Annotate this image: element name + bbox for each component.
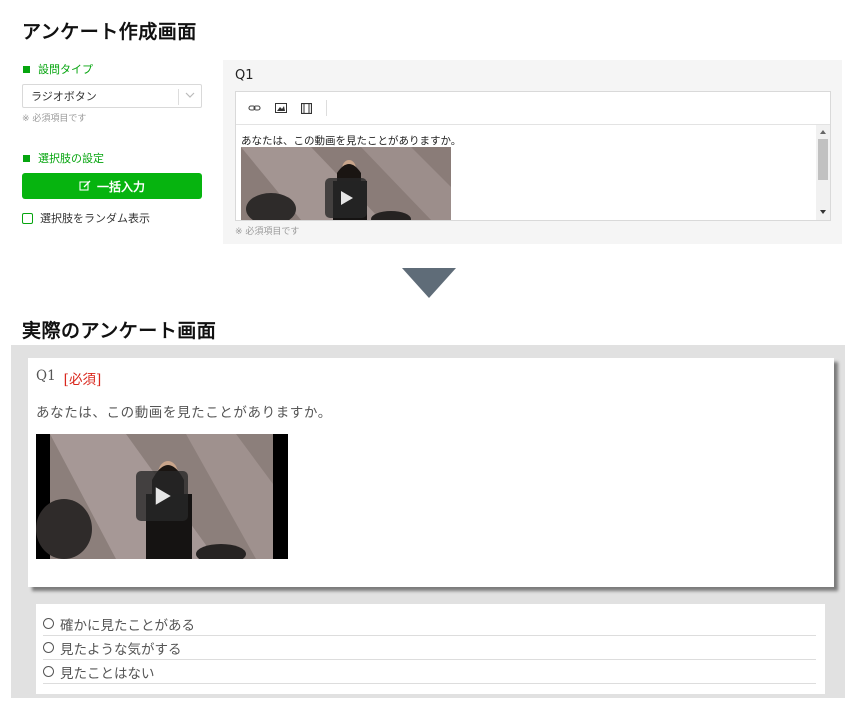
radio-button[interactable] xyxy=(43,642,54,653)
play-button[interactable] xyxy=(325,178,367,218)
film-icon[interactable] xyxy=(301,102,312,114)
option-label: 確かに見たことがある xyxy=(60,617,195,634)
editor-video-thumbnail[interactable] xyxy=(241,147,451,220)
question-header: Q1 [必須] xyxy=(36,368,101,388)
link-icon[interactable] xyxy=(248,103,261,113)
rich-text-editor[interactable]: あなたは、この動画を見たことがありますか。 xyxy=(235,91,831,221)
square-bullet-icon xyxy=(23,65,30,73)
random-checkbox[interactable] xyxy=(22,212,33,224)
play-icon xyxy=(341,191,353,205)
option-label: 見たような気がする xyxy=(60,641,182,658)
survey-video-player[interactable] xyxy=(36,434,288,559)
options-panel: 確かに見たことがある 見たような気がする 見たことはない xyxy=(36,604,825,694)
scroll-up-icon[interactable] xyxy=(819,129,827,135)
bulk-input-button[interactable]: 一括入力 xyxy=(22,173,202,199)
random-checkbox-label: 選択肢をランダム表示 xyxy=(40,212,150,225)
question-type-select[interactable]: ラジオボタン xyxy=(22,84,202,108)
random-option-row[interactable]: 選択肢をランダム表示 xyxy=(22,210,150,226)
option-item[interactable]: 確かに見たことがある xyxy=(43,612,816,636)
play-button[interactable] xyxy=(136,471,188,521)
actual-title: 実際のアンケート画面 xyxy=(22,320,217,342)
option-item[interactable]: 見たような気がする xyxy=(43,636,816,660)
editor-required-note: ※ 必須項目です xyxy=(235,227,300,237)
edit-icon xyxy=(79,180,91,191)
question-number: Q1 xyxy=(36,368,56,384)
radio-button[interactable] xyxy=(43,618,54,629)
bulk-input-label: 一括入力 xyxy=(96,179,145,194)
question-label: Q1 xyxy=(235,68,254,83)
down-arrow-icon xyxy=(402,268,456,298)
play-icon xyxy=(155,487,171,505)
editor-question-text: あなたは、この動画を見たことがありますか。 xyxy=(241,135,462,147)
choices-label: 選択肢の設定 xyxy=(23,150,104,166)
editor-toolbar xyxy=(236,92,830,125)
image-icon[interactable] xyxy=(275,103,287,113)
question-type-label: 設問タイプ xyxy=(23,61,93,77)
question-text: あなたは、この動画を見たことがありますか。 xyxy=(36,405,332,421)
toolbar-divider xyxy=(326,100,327,116)
question-card: Q1 [必須] あなたは、この動画を見たことがありますか。 xyxy=(28,358,834,587)
creation-title: アンケート作成画面 xyxy=(22,21,197,43)
option-label: 見たことはない xyxy=(60,665,155,682)
editor-scrollbar[interactable] xyxy=(816,125,830,220)
scroll-down-icon[interactable] xyxy=(819,209,827,215)
required-note: ※ 必須項目です xyxy=(22,114,87,124)
select-separator xyxy=(178,89,179,105)
scrollbar-thumb[interactable] xyxy=(818,139,828,180)
chevron-down-icon xyxy=(185,92,195,98)
square-bullet-icon xyxy=(23,154,30,162)
required-tag: [必須] xyxy=(63,372,102,388)
option-item[interactable]: 見たことはない xyxy=(43,660,816,684)
radio-button[interactable] xyxy=(43,666,54,677)
question-type-value: ラジオボタン xyxy=(31,90,97,103)
